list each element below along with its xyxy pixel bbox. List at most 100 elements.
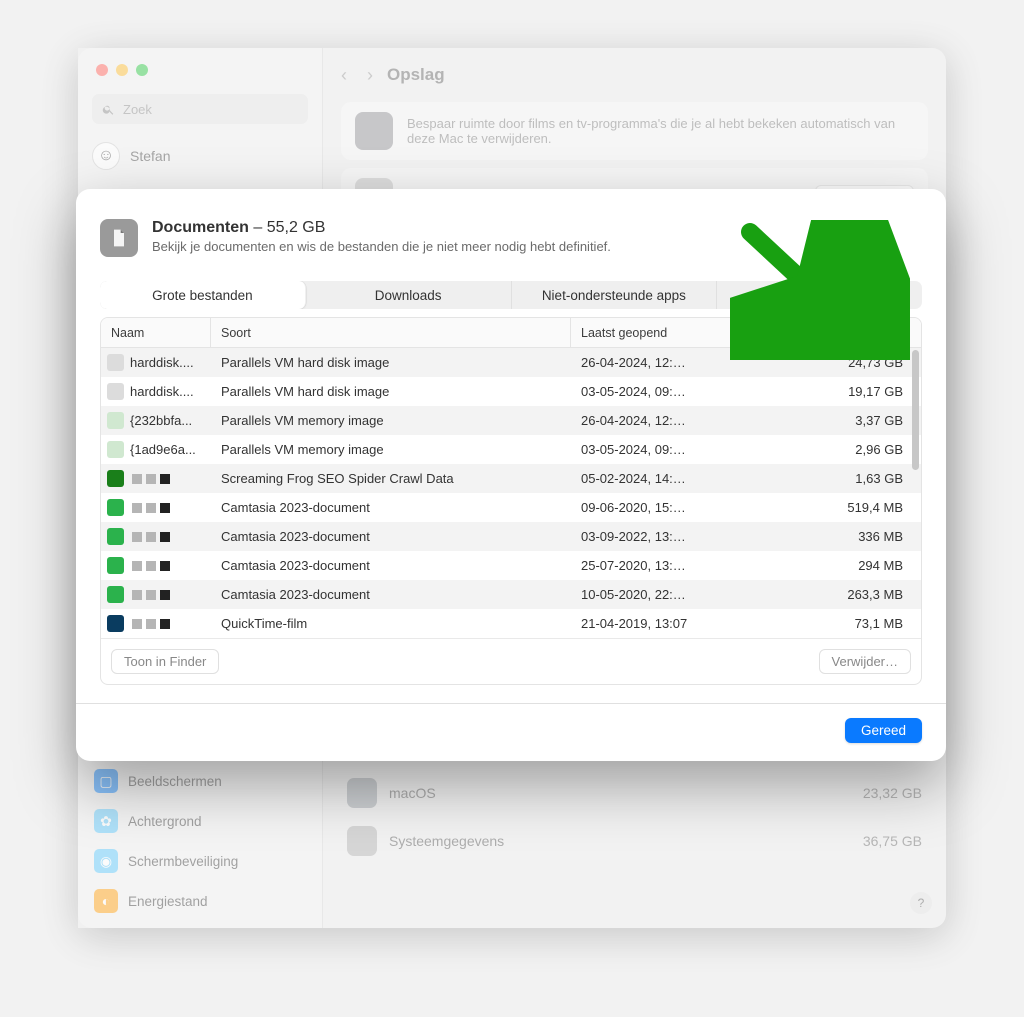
sidebar-item-beeldschermen[interactable]: ▢Beeldschermen: [86, 762, 314, 800]
table-row[interactable]: QuickTime-film21-04-2019, 13:0773,1 MB: [101, 609, 921, 638]
sidebar-item-user[interactable]: ☺ Stefan: [78, 136, 322, 176]
sidebar-item-label: Beeldschermen: [128, 774, 222, 789]
file-size: 1,63 GB: [791, 471, 921, 486]
tab-unsupported[interactable]: Niet-ondersteunde apps: [512, 281, 718, 309]
column-name[interactable]: Naam: [101, 318, 211, 347]
tab-large-files[interactable]: Grote bestanden: [100, 281, 306, 309]
file-kind: Camtasia 2023-document: [211, 500, 571, 515]
storage-size: 36,75 GB: [863, 833, 922, 849]
file-kind: Parallels VM memory image: [211, 413, 571, 428]
file-kind: Camtasia 2023-document: [211, 558, 571, 573]
file-name: {1ad9e6a...: [130, 442, 196, 457]
file-opened: 03-05-2024, 09:…: [571, 384, 791, 399]
file-icon: [107, 586, 124, 603]
file-icon: [107, 383, 124, 400]
file-size: 336 MB: [791, 529, 921, 544]
file-icon: [107, 470, 124, 487]
file-kind: Screaming Frog SEO Spider Crawl Data: [211, 471, 571, 486]
file-kind: Parallels VM memory image: [211, 442, 571, 457]
sidebar-item-achtergrond[interactable]: ✿ Achtergrond: [86, 802, 314, 840]
file-kind: Camtasia 2023-document: [211, 587, 571, 602]
file-name: harddisk....: [130, 384, 194, 399]
close-icon[interactable]: [96, 64, 108, 76]
modal-tabs[interactable]: Grote bestanden Downloads Niet-ondersteu…: [100, 281, 922, 309]
table-row[interactable]: {232bbfa... Parallels VM memory image26-0…: [101, 406, 921, 435]
documents-storage-modal: Documenten – 55,2 GB Bekijk je documente…: [76, 189, 946, 761]
file-size: 73,1 MB: [791, 616, 921, 631]
file-opened: 10-05-2020, 22:…: [571, 587, 791, 602]
file-icon: [107, 528, 124, 545]
window-traffic-lights[interactable]: [78, 48, 322, 88]
tab-downloads[interactable]: Downloads: [306, 281, 512, 309]
file-kind: Parallels VM hard disk image: [211, 355, 571, 370]
file-opened: 03-05-2024, 09:…: [571, 442, 791, 457]
file-icon: [107, 557, 124, 574]
file-opened: 26-04-2024, 12:…: [571, 355, 791, 370]
table-header: Naam Soort Laatst geopend Grootte: [101, 318, 921, 348]
page-title: Opslag: [387, 65, 445, 85]
sidebar-item-label: Schermbeveiliging: [128, 854, 238, 869]
file-icon: [107, 615, 124, 632]
file-icon: [107, 412, 124, 429]
table-row[interactable]: Camtasia 2023-document25-07-2020, 13:…29…: [101, 551, 921, 580]
screensaver-icon: ◉: [94, 849, 118, 873]
file-opened: 05-02-2024, 14:…: [571, 471, 791, 486]
energy-icon: ◐: [94, 889, 118, 913]
file-opened: 21-04-2019, 13:07: [571, 616, 791, 631]
sidebar-item-schermbeveiliging[interactable]: ◉ Schermbeveiliging: [86, 842, 314, 880]
tip-text: Bespaar ruimte door films en tv-programm…: [407, 116, 914, 146]
tab-file-browser[interactable]: Bestandskiezer: [717, 281, 922, 309]
storage-name: Systeemgegevens: [389, 833, 851, 849]
sidebar-item-energiestand[interactable]: ◐ Energiestand: [86, 882, 314, 920]
back-button[interactable]: ‹: [341, 65, 347, 86]
search-placeholder: Zoek: [123, 102, 152, 117]
modal-title: Documenten – 55,2 GB: [152, 219, 611, 237]
storage-row-system[interactable]: Systeemgegevens 36,75 GB: [341, 820, 928, 862]
delete-button[interactable]: Verwijder…: [819, 649, 911, 674]
modal-subtitle: Bekijk je documenten en wis de bestanden…: [152, 239, 611, 254]
file-size: 24,73 GB: [791, 355, 921, 370]
file-size: 263,3 MB: [791, 587, 921, 602]
table-row[interactable]: Camtasia 2023-document10-05-2020, 22:…26…: [101, 580, 921, 609]
table-body: harddisk.... Parallels VM hard disk image…: [101, 348, 921, 638]
search-icon: [102, 103, 115, 116]
table-row[interactable]: Camtasia 2023-document03-09-2022, 13:…33…: [101, 522, 921, 551]
table-row[interactable]: Screaming Frog SEO Spider Crawl Data05-0…: [101, 464, 921, 493]
file-icon: [107, 441, 124, 458]
file-size: 519,4 MB: [791, 500, 921, 515]
done-button[interactable]: Gereed: [845, 718, 922, 743]
minimize-icon[interactable]: [116, 64, 128, 76]
macos-icon: [347, 778, 377, 808]
sidebar-item-label: Energiestand: [128, 894, 208, 909]
table-row[interactable]: Camtasia 2023-document09-06-2020, 15:…51…: [101, 493, 921, 522]
storage-tip-card: Bespaar ruimte door films en tv-programm…: [341, 102, 928, 160]
show-in-finder-button[interactable]: Toon in Finder: [111, 649, 219, 674]
sidebar-item-label: Achtergrond: [128, 814, 202, 829]
file-kind: QuickTime-film: [211, 616, 571, 631]
file-opened: 26-04-2024, 12:…: [571, 413, 791, 428]
chevron-down-icon: [899, 328, 909, 338]
scrollbar[interactable]: [912, 350, 919, 470]
table-footer: Toon in Finder Verwijder…: [101, 638, 921, 684]
storage-row-macos[interactable]: macOS 23,32 GB: [341, 772, 928, 814]
file-opened: 03-09-2022, 13:…: [571, 529, 791, 544]
file-opened: 09-06-2020, 15:…: [571, 500, 791, 515]
table-row[interactable]: harddisk....Parallels VM hard disk image…: [101, 348, 921, 377]
document-icon: [100, 219, 138, 257]
file-icon: [107, 354, 124, 371]
column-size[interactable]: Grootte: [791, 318, 921, 347]
search-input[interactable]: Zoek: [92, 94, 308, 124]
forward-button[interactable]: ›: [367, 65, 373, 86]
wallpaper-icon: ✿: [94, 809, 118, 833]
file-size: 3,37 GB: [791, 413, 921, 428]
file-table: Naam Soort Laatst geopend Grootte harddi…: [100, 317, 922, 685]
table-row[interactable]: harddisk.... Parallels VM hard disk image…: [101, 377, 921, 406]
file-icon: [107, 499, 124, 516]
file-kind: Parallels VM hard disk image: [211, 384, 571, 399]
help-button[interactable]: ?: [910, 892, 932, 914]
file-name: {232bbfa...: [130, 413, 192, 428]
zoom-icon[interactable]: [136, 64, 148, 76]
table-row[interactable]: {1ad9e6a... Parallels VM memory image03-0…: [101, 435, 921, 464]
column-kind[interactable]: Soort: [211, 318, 571, 347]
column-last-opened[interactable]: Laatst geopend: [571, 318, 791, 347]
